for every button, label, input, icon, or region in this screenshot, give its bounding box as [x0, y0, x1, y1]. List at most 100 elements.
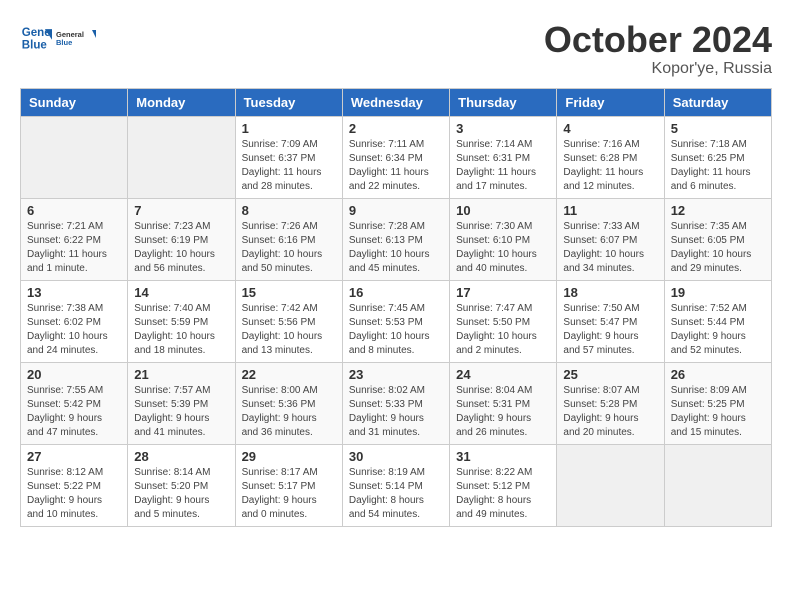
calendar-cell: 11Sunrise: 7:33 AM Sunset: 6:07 PM Dayli…	[557, 198, 664, 280]
day-info: Sunrise: 7:52 AM Sunset: 5:44 PM Dayligh…	[671, 302, 765, 358]
day-number: 29	[242, 449, 336, 464]
calendar-cell: 22 Sunrise: 8:00 AM Sunset: 5:36 PM Dayli…	[235, 362, 342, 444]
day-number: 25	[563, 367, 657, 382]
location: Kopor'ye, Russia	[544, 60, 772, 78]
calendar-cell: 27Sunrise: 8:12 AM Sunset: 5:22 PM Dayli…	[21, 444, 128, 526]
day-number: 2	[349, 121, 443, 136]
calendar-cell: 10Sunrise: 7:30 AM Sunset: 6:10 PM Dayli…	[450, 198, 557, 280]
day-info: Sunrise: 7:38 AM Sunset: 6:02 PM Dayligh…	[27, 302, 121, 358]
day-number: 22	[242, 367, 336, 382]
day-info: Sunrise: 7:14 AM Sunset: 6:31 PM Dayligh…	[456, 138, 550, 194]
day-number: 30	[349, 449, 443, 464]
day-number: 12	[671, 203, 765, 218]
day-info: Sunrise: 7:28 AM Sunset: 6:13 PM Dayligh…	[349, 220, 443, 276]
day-number: 31	[456, 449, 550, 464]
day-number: 8	[242, 203, 336, 218]
day-info: Sunrise: 8:19 AM Sunset: 5:14 PM Dayligh…	[349, 466, 443, 522]
calendar-week-4: 20Sunrise: 7:55 AM Sunset: 5:42 PM Dayli…	[21, 362, 772, 444]
day-number: 26	[671, 367, 765, 382]
weekday-header-wednesday: Wednesday	[342, 88, 449, 116]
day-info: Sunrise: 7:40 AM Sunset: 5:59 PM Dayligh…	[134, 302, 228, 358]
day-info: Sunrise: 7:21 AM Sunset: 6:22 PM Dayligh…	[27, 220, 121, 276]
day-number: 5	[671, 121, 765, 136]
day-info: Sunrise: 7:35 AM Sunset: 6:05 PM Dayligh…	[671, 220, 765, 276]
day-info: Sunrise: 7:18 AM Sunset: 6:25 PM Dayligh…	[671, 138, 765, 194]
day-info: Sunrise: 7:55 AM Sunset: 5:42 PM Dayligh…	[27, 384, 121, 440]
calendar-cell: 12 Sunrise: 7:35 AM Sunset: 6:05 PM Dayli…	[664, 198, 771, 280]
calendar-cell: 9 Sunrise: 7:28 AM Sunset: 6:13 PM Daylig…	[342, 198, 449, 280]
day-number: 21	[134, 367, 228, 382]
calendar-cell	[21, 116, 128, 198]
day-number: 23	[349, 367, 443, 382]
day-number: 13	[27, 285, 121, 300]
calendar-cell: 2 Sunrise: 7:11 AM Sunset: 6:34 PM Daylig…	[342, 116, 449, 198]
calendar-cell: 26 Sunrise: 8:09 AM Sunset: 5:25 PM Dayli…	[664, 362, 771, 444]
calendar-cell	[557, 444, 664, 526]
day-number: 10	[456, 203, 550, 218]
calendar-cell	[128, 116, 235, 198]
day-number: 4	[563, 121, 657, 136]
day-info: Sunrise: 7:42 AM Sunset: 5:56 PM Dayligh…	[242, 302, 336, 358]
weekday-header-sunday: Sunday	[21, 88, 128, 116]
page-header: General Blue General Blue October 2024 K…	[20, 20, 772, 78]
calendar-cell: 7 Sunrise: 7:23 AM Sunset: 6:19 PM Daylig…	[128, 198, 235, 280]
calendar-cell: 14Sunrise: 7:40 AM Sunset: 5:59 PM Dayli…	[128, 280, 235, 362]
day-number: 9	[349, 203, 443, 218]
svg-text:Blue: Blue	[56, 38, 72, 47]
calendar-cell: 21 Sunrise: 7:57 AM Sunset: 5:39 PM Dayli…	[128, 362, 235, 444]
day-number: 27	[27, 449, 121, 464]
calendar-cell: 20Sunrise: 7:55 AM Sunset: 5:42 PM Dayli…	[21, 362, 128, 444]
day-info: Sunrise: 7:33 AM Sunset: 6:07 PM Dayligh…	[563, 220, 657, 276]
day-info: Sunrise: 8:17 AM Sunset: 5:17 PM Dayligh…	[242, 466, 336, 522]
day-info: Sunrise: 8:09 AM Sunset: 5:25 PM Dayligh…	[671, 384, 765, 440]
weekday-header-saturday: Saturday	[664, 88, 771, 116]
calendar-cell: 1 Sunrise: 7:09 AM Sunset: 6:37 PM Daylig…	[235, 116, 342, 198]
day-info: Sunrise: 7:16 AM Sunset: 6:28 PM Dayligh…	[563, 138, 657, 194]
calendar-week-1: 1 Sunrise: 7:09 AM Sunset: 6:37 PM Daylig…	[21, 116, 772, 198]
calendar-cell: 24 Sunrise: 8:04 AM Sunset: 5:31 PM Dayli…	[450, 362, 557, 444]
day-number: 24	[456, 367, 550, 382]
calendar-cell: 29 Sunrise: 8:17 AM Sunset: 5:17 PM Dayli…	[235, 444, 342, 526]
day-info: Sunrise: 7:50 AM Sunset: 5:47 PM Dayligh…	[563, 302, 657, 358]
day-number: 1	[242, 121, 336, 136]
weekday-header-thursday: Thursday	[450, 88, 557, 116]
day-info: Sunrise: 7:11 AM Sunset: 6:34 PM Dayligh…	[349, 138, 443, 194]
calendar-cell: 5 Sunrise: 7:18 AM Sunset: 6:25 PM Daylig…	[664, 116, 771, 198]
day-info: Sunrise: 8:02 AM Sunset: 5:33 PM Dayligh…	[349, 384, 443, 440]
weekday-header-friday: Friday	[557, 88, 664, 116]
calendar-table: SundayMondayTuesdayWednesdayThursdayFrid…	[20, 88, 772, 527]
logo: General Blue General Blue	[20, 20, 96, 56]
day-number: 15	[242, 285, 336, 300]
calendar-cell: 19 Sunrise: 7:52 AM Sunset: 5:44 PM Dayli…	[664, 280, 771, 362]
calendar-cell: 31 Sunrise: 8:22 AM Sunset: 5:12 PM Dayli…	[450, 444, 557, 526]
calendar-week-3: 13 Sunrise: 7:38 AM Sunset: 6:02 PM Dayli…	[21, 280, 772, 362]
title-area: October 2024 Kopor'ye, Russia	[544, 20, 772, 78]
day-number: 28	[134, 449, 228, 464]
day-info: Sunrise: 8:04 AM Sunset: 5:31 PM Dayligh…	[456, 384, 550, 440]
calendar-cell: 28Sunrise: 8:14 AM Sunset: 5:20 PM Dayli…	[128, 444, 235, 526]
calendar-cell: 16Sunrise: 7:45 AM Sunset: 5:53 PM Dayli…	[342, 280, 449, 362]
calendar-week-5: 27Sunrise: 8:12 AM Sunset: 5:22 PM Dayli…	[21, 444, 772, 526]
day-number: 19	[671, 285, 765, 300]
day-info: Sunrise: 8:00 AM Sunset: 5:36 PM Dayligh…	[242, 384, 336, 440]
day-info: Sunrise: 7:23 AM Sunset: 6:19 PM Dayligh…	[134, 220, 228, 276]
calendar-week-2: 6Sunrise: 7:21 AM Sunset: 6:22 PM Daylig…	[21, 198, 772, 280]
day-info: Sunrise: 8:22 AM Sunset: 5:12 PM Dayligh…	[456, 466, 550, 522]
calendar-cell: 8 Sunrise: 7:26 AM Sunset: 6:16 PM Daylig…	[235, 198, 342, 280]
month-title: October 2024	[544, 20, 772, 60]
calendar-cell: 30 Sunrise: 8:19 AM Sunset: 5:14 PM Dayli…	[342, 444, 449, 526]
day-info: Sunrise: 7:47 AM Sunset: 5:50 PM Dayligh…	[456, 302, 550, 358]
calendar-cell: 23 Sunrise: 8:02 AM Sunset: 5:33 PM Dayli…	[342, 362, 449, 444]
day-number: 17	[456, 285, 550, 300]
calendar-cell: 15 Sunrise: 7:42 AM Sunset: 5:56 PM Dayli…	[235, 280, 342, 362]
day-info: Sunrise: 7:45 AM Sunset: 5:53 PM Dayligh…	[349, 302, 443, 358]
calendar-cell: 17 Sunrise: 7:47 AM Sunset: 5:50 PM Dayli…	[450, 280, 557, 362]
calendar-cell: 4 Sunrise: 7:16 AM Sunset: 6:28 PM Daylig…	[557, 116, 664, 198]
logo-svg: General Blue	[56, 20, 96, 56]
day-info: Sunrise: 7:09 AM Sunset: 6:37 PM Dayligh…	[242, 138, 336, 194]
day-number: 7	[134, 203, 228, 218]
day-info: Sunrise: 7:26 AM Sunset: 6:16 PM Dayligh…	[242, 220, 336, 276]
svg-text:General: General	[22, 27, 52, 39]
day-info: Sunrise: 7:57 AM Sunset: 5:39 PM Dayligh…	[134, 384, 228, 440]
weekday-header-monday: Monday	[128, 88, 235, 116]
